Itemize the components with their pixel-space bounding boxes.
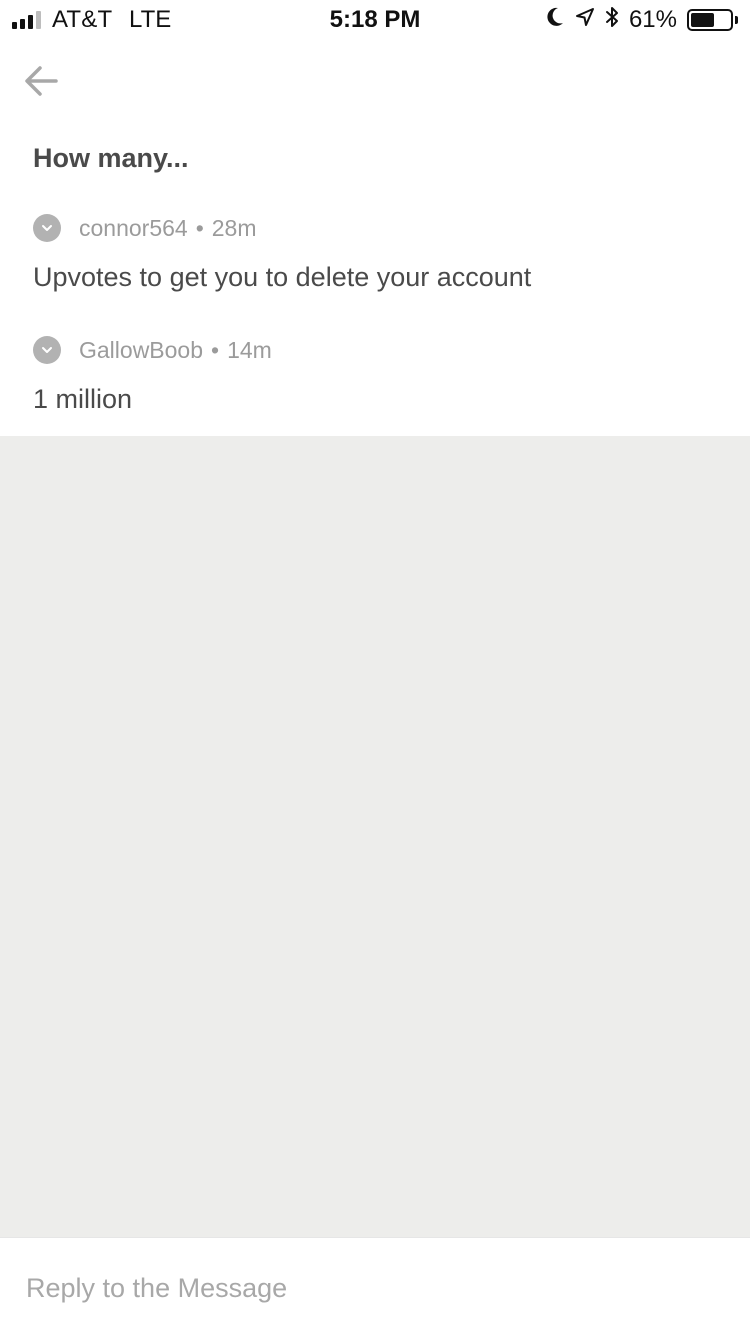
message-time: 14m [227, 336, 272, 363]
reply-input[interactable] [26, 1268, 726, 1308]
message-thread-screen: AT&T LTE 5:18 PM 61% How many... connor5… [0, 0, 750, 1334]
thread-title: How many... [33, 143, 189, 173]
battery-icon [687, 9, 733, 31]
message-author[interactable]: GallowBoob [79, 337, 203, 364]
message-body: 1 million [33, 384, 133, 414]
message-item: GallowBoob • 14m 1 million [33, 334, 272, 415]
message-meta: connor564 • 28m [33, 212, 531, 244]
battery-tip [735, 16, 738, 24]
bluetooth-icon [605, 5, 619, 36]
arrow-left-icon [25, 66, 58, 96]
empty-thread-area [0, 436, 750, 1237]
back-button[interactable] [20, 60, 62, 102]
status-icons: 61% [545, 5, 738, 35]
reply-bar [0, 1237, 750, 1334]
collapse-message-button[interactable] [33, 214, 61, 242]
message-author[interactable]: connor564 [79, 215, 188, 242]
chevron-down-icon [42, 225, 52, 231]
collapse-message-button[interactable] [33, 336, 61, 364]
message-time: 28m [211, 214, 257, 241]
chevron-down-icon [42, 347, 52, 353]
meta-separator: • [195, 214, 204, 241]
message-meta: GallowBoob • 14m [33, 334, 272, 366]
status-bar: AT&T LTE 5:18 PM 61% [0, 0, 750, 40]
location-arrow-icon [575, 6, 595, 34]
meta-separator: • [211, 336, 220, 363]
message-body: Upvotes to get you to delete your accoun… [33, 262, 532, 292]
moon-icon [545, 6, 565, 35]
battery-percent: 61% [628, 6, 677, 33]
message-item: connor564 • 28m Upvotes to get you to de… [33, 212, 531, 293]
battery-level [691, 13, 715, 27]
